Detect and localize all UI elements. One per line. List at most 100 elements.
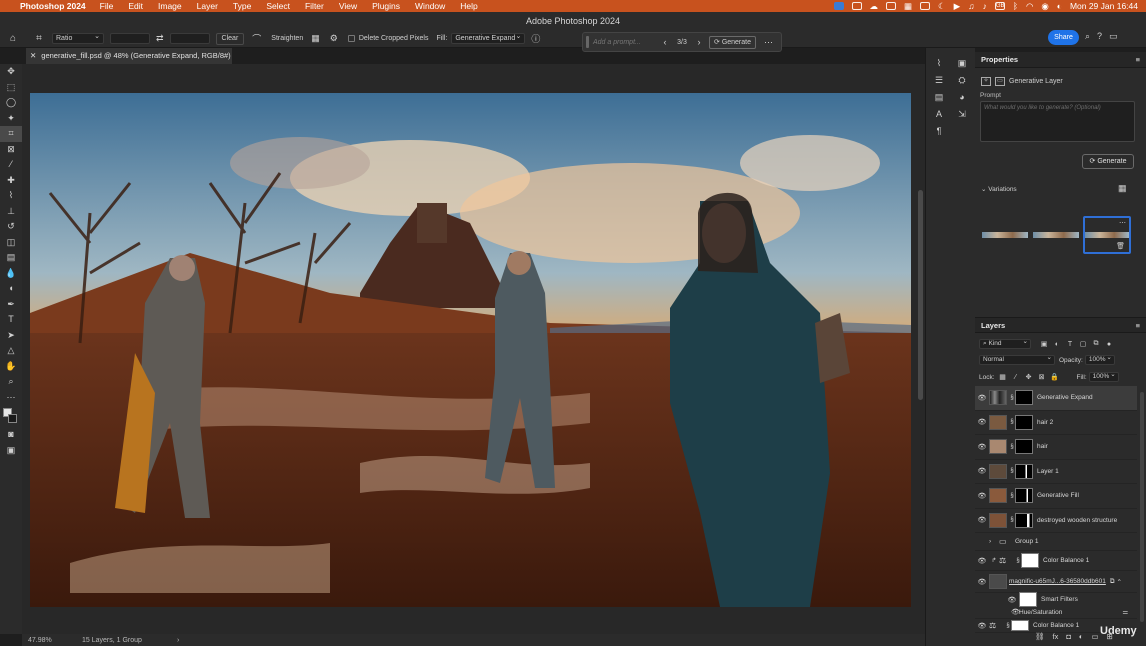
- blur-tool-icon[interactable]: 💧: [0, 266, 22, 282]
- lasso-tool-icon[interactable]: ◯: [0, 95, 22, 111]
- eye-icon[interactable]: 👁: [975, 418, 989, 426]
- variation-thumb-1[interactable]: [981, 216, 1029, 254]
- chevron-right-icon[interactable]: ›: [693, 37, 705, 47]
- close-icon[interactable]: ✕: [30, 51, 36, 60]
- lock-transparent-icon[interactable]: ▦: [998, 373, 1008, 381]
- bluetooth-icon[interactable]: ᛒ: [1013, 1, 1018, 11]
- info-icon[interactable]: ⓘ: [531, 32, 540, 45]
- document-info[interactable]: 15 Layers, 1 Group: [82, 637, 177, 644]
- drag-handle[interactable]: [586, 36, 589, 48]
- variation-thumb-3[interactable]: ⋯ 🗑: [1083, 216, 1131, 254]
- variations-section[interactable]: ⌄ Variations: [981, 185, 1017, 193]
- grid-view-icon[interactable]: ▦: [1118, 183, 1127, 194]
- layer-row[interactable]: 👁 ↱ ⚖ § Color Balance 1: [975, 551, 1137, 571]
- group-row[interactable]: › ▭ Group 1: [975, 533, 1137, 551]
- clone-stamp-tool-icon[interactable]: ⊥: [0, 204, 22, 220]
- layer-name[interactable]: magnific-u65mJ...6-36580ddb601: [1009, 578, 1106, 585]
- vertical-scrollbar[interactable]: [918, 190, 923, 400]
- lock-position-icon[interactable]: ✥: [1024, 373, 1034, 381]
- layer-name[interactable]: destroyed wooden structure: [1037, 517, 1117, 524]
- filter-adjustment-icon[interactable]: ◐: [1052, 341, 1062, 348]
- delete-cropped-checkbox[interactable]: [347, 35, 355, 42]
- eye-icon[interactable]: 👁: [975, 467, 989, 475]
- filter-smart-object-icon[interactable]: ⧉: [1091, 340, 1101, 348]
- clear-button[interactable]: Clear: [215, 32, 245, 45]
- layer-name[interactable]: Smart Filters: [1041, 596, 1078, 603]
- filter-toggle-icon[interactable]: ●: [1104, 341, 1114, 348]
- chevron-right-icon[interactable]: ›: [177, 637, 179, 644]
- fill-select[interactable]: Generative Expand: [451, 32, 526, 44]
- layers-scrollbar[interactable]: [1140, 392, 1144, 622]
- document-canvas[interactable]: [30, 93, 911, 607]
- filter-row[interactable]: 👁 Hue/Saturation ⚌: [975, 606, 1137, 619]
- ratio-select[interactable]: Ratio: [52, 32, 104, 44]
- layer-name[interactable]: Layer 1: [1037, 468, 1059, 475]
- marquee-tool-icon[interactable]: ⬚: [0, 80, 22, 96]
- zoom-level[interactable]: 47.98%: [22, 637, 82, 644]
- healing-brush-tool-icon[interactable]: ✚: [0, 173, 22, 189]
- filter-pixel-icon[interactable]: ▣: [1039, 340, 1049, 348]
- magic-wand-tool-icon[interactable]: ✦: [0, 111, 22, 127]
- menu-type[interactable]: Type: [233, 1, 251, 11]
- moon-icon[interactable]: ☾: [938, 1, 946, 12]
- swap-icon[interactable]: ⇄: [156, 33, 164, 44]
- lock-image-icon[interactable]: ⁄: [1011, 374, 1021, 381]
- play-icon[interactable]: ▶: [954, 1, 961, 12]
- variation-thumb-2[interactable]: [1032, 216, 1080, 254]
- pen-tool-icon[interactable]: ✒: [0, 297, 22, 313]
- layer-name[interactable]: hair: [1037, 443, 1048, 450]
- context-generate-button[interactable]: ⟳ Generate: [709, 35, 756, 49]
- more-icon[interactable]: ⋯: [1119, 219, 1126, 227]
- menu-image[interactable]: Image: [158, 1, 182, 11]
- menubar-clock[interactable]: Mon 29 Jan 16:44: [1070, 1, 1138, 11]
- menu-edit[interactable]: Edit: [128, 1, 143, 11]
- ratio-height-input[interactable]: [169, 33, 210, 44]
- layer-name[interactable]: Color Balance 1: [1043, 557, 1089, 564]
- layer-row[interactable]: 👁 magnific-u65mJ...6-36580ddb601 ⧉ ⌃: [975, 571, 1137, 593]
- properties-generate-button[interactable]: ⟳ Generate: [1082, 154, 1134, 169]
- kind-filter-select[interactable]: ⌕ Kind: [979, 338, 1031, 349]
- menu-view[interactable]: View: [339, 1, 357, 11]
- trash-icon[interactable]: 🗑: [1116, 242, 1125, 250]
- layer-name[interactable]: Generative Fill: [1037, 492, 1079, 499]
- eye-icon[interactable]: 👁: [975, 492, 989, 500]
- fx-icon[interactable]: fx: [1053, 632, 1059, 641]
- path-selection-tool-icon[interactable]: ➤: [0, 328, 22, 344]
- menu-plugins[interactable]: Plugins: [372, 1, 400, 11]
- new-group-icon[interactable]: ▭: [1091, 632, 1098, 641]
- eye-icon[interactable]: 👁: [1005, 596, 1019, 604]
- eye-icon[interactable]: 👁: [975, 578, 989, 586]
- user-icon[interactable]: ◉: [1041, 1, 1048, 12]
- transform-icon[interactable]: ⇲: [952, 109, 972, 126]
- filter-type-icon[interactable]: T: [1065, 341, 1075, 348]
- history-brush-tool-icon[interactable]: ↺: [0, 219, 22, 235]
- share-button[interactable]: Share: [1048, 30, 1079, 45]
- photoshop-active-icon[interactable]: [833, 2, 844, 10]
- add-mask-icon[interactable]: ◘: [1066, 632, 1071, 641]
- search-icon[interactable]: ⌕: [1085, 31, 1090, 42]
- layer-row[interactable]: 👁 § destroyed wooden structure: [975, 509, 1137, 533]
- grid-icon[interactable]: ▦: [904, 1, 912, 12]
- lock-all-icon[interactable]: 🔒: [1050, 373, 1060, 381]
- menu-window[interactable]: Window: [415, 1, 445, 11]
- eraser-tool-icon[interactable]: ◫: [0, 235, 22, 251]
- eye-icon[interactable]: 👁: [975, 516, 989, 524]
- creative-cloud-icon[interactable]: ☁: [870, 1, 879, 12]
- layer-row[interactable]: 👁 § Generative Expand: [975, 386, 1137, 411]
- panel-menu-icon[interactable]: ≡: [1136, 318, 1140, 334]
- adjustments-icon[interactable]: ☰: [929, 75, 949, 92]
- brush-settings-icon[interactable]: ⌇: [929, 58, 949, 75]
- eyedropper-tool-icon[interactable]: ⁄: [0, 157, 22, 173]
- display-icon[interactable]: [886, 2, 897, 10]
- music-icon[interactable]: ♪: [983, 1, 987, 11]
- layer-row[interactable]: 👁 § hair: [975, 435, 1137, 460]
- monitor-icon[interactable]: [920, 2, 931, 10]
- libraries-icon[interactable]: ⛭: [952, 75, 972, 92]
- paragraph-style-icon[interactable]: ▤: [929, 92, 949, 109]
- zoom-tool-icon[interactable]: ⌕: [0, 374, 22, 390]
- crop-settings-icon[interactable]: ⚙: [330, 33, 338, 44]
- eye-icon[interactable]: 👁: [975, 443, 989, 451]
- channels-icon[interactable]: ◕: [952, 92, 972, 109]
- properties-prompt-input[interactable]: What would you like to generate? (Option…: [980, 101, 1135, 142]
- hand-tool-icon[interactable]: ✋: [0, 359, 22, 375]
